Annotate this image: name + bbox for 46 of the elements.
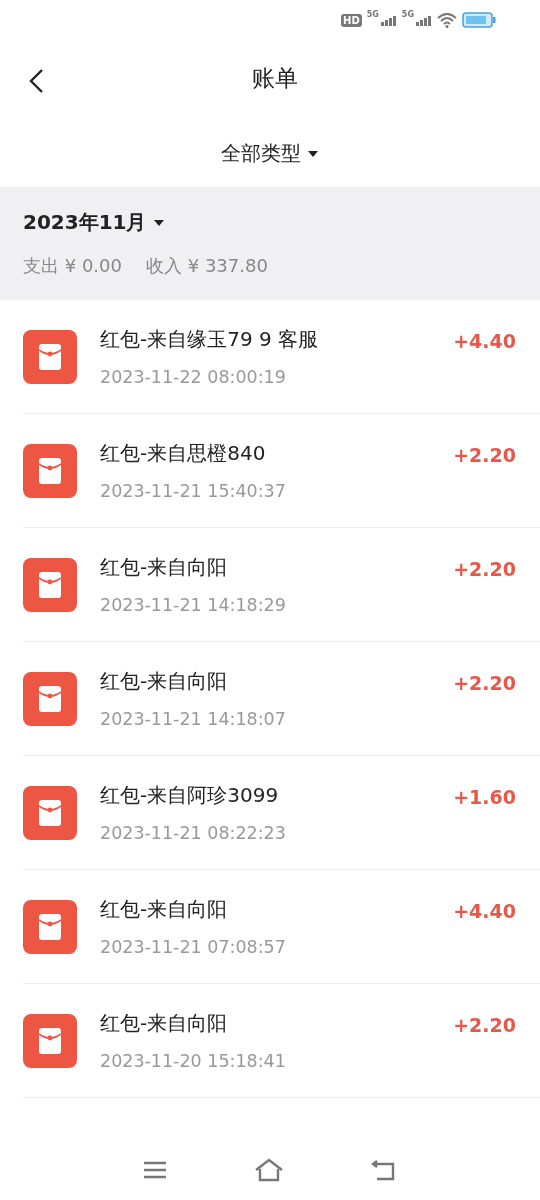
envelope-icon — [23, 671, 77, 726]
hd-indicator: HD — [341, 13, 362, 27]
transaction-amount: +2.20 — [453, 672, 516, 694]
transaction-title: 红包-来自向阳 — [100, 1010, 229, 1037]
transaction-time: 2023-11-21 08:22:23 — [100, 823, 287, 843]
transaction-time: 2023-11-21 07:08:57 — [100, 937, 287, 957]
transaction-amount: +4.40 — [453, 330, 516, 352]
back-nav-icon[interactable] — [370, 1159, 397, 1181]
transaction-amount: +2.20 — [453, 444, 516, 466]
transaction-title: 红包-来自向阳 — [100, 668, 229, 695]
wifi-icon — [437, 12, 457, 28]
caret-icon — [152, 218, 165, 227]
menu-icon[interactable] — [143, 1160, 168, 1180]
caret-icon — [307, 149, 319, 158]
transaction-time: 2023-11-21 15:40:37 — [100, 481, 287, 501]
transaction-time: 2023-11-22 08:00:19 — [100, 367, 287, 387]
income-total: 收入 ¥ 337.80 — [146, 254, 268, 278]
envelope-icon — [23, 899, 77, 954]
transaction-title: 红包-来自阿珍3099 — [100, 782, 280, 809]
home-icon[interactable] — [254, 1158, 284, 1182]
page-title: 账单 — [252, 63, 298, 93]
transaction-time: 2023-11-21 14:18:29 — [100, 595, 287, 615]
envelope-icon — [23, 443, 77, 498]
signal-icon — [416, 14, 432, 26]
transaction-amount: +2.20 — [453, 558, 516, 580]
transaction-time: 2023-11-20 15:18:41 — [100, 1051, 287, 1071]
type-filter-dropdown[interactable]: 全部类型 — [221, 140, 319, 167]
transaction-title: 红包-来自思橙840 — [100, 440, 267, 467]
battery-icon — [462, 12, 496, 28]
envelope-icon — [23, 557, 77, 612]
transaction-amount: +1.60 — [453, 786, 516, 808]
transaction-title: 红包-来自缘玉79 9 客服 — [100, 326, 320, 353]
network-label: 5G — [401, 10, 414, 19]
month-picker[interactable]: 2023年11月 — [23, 209, 517, 236]
envelope-icon — [23, 785, 77, 840]
transaction-title: 红包-来自向阳 — [100, 896, 229, 923]
envelope-icon — [23, 329, 77, 384]
transaction-amount: +4.40 — [453, 900, 516, 922]
back-icon[interactable] — [28, 68, 44, 94]
envelope-icon — [23, 1013, 77, 1068]
transaction-time: 2023-11-21 14:18:07 — [100, 709, 287, 729]
signal-icon — [380, 14, 397, 26]
network-label: 5G — [366, 10, 379, 19]
expense-total: 支出 ¥ 0.00 — [23, 254, 122, 278]
transaction-amount: +2.20 — [453, 1014, 516, 1036]
transaction-title: 红包-来自向阳 — [100, 554, 229, 581]
